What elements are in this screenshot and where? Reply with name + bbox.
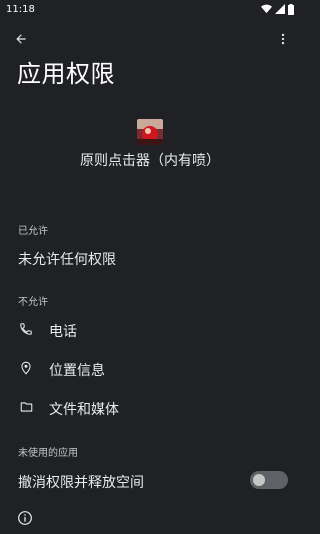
section-header-denied: 不允许	[18, 297, 48, 308]
status-time: 11:18	[6, 3, 35, 15]
battery-icon	[288, 3, 294, 15]
back-button[interactable]	[10, 28, 32, 50]
arrow-back-icon	[16, 34, 26, 44]
section-header-allowed: 已允许	[18, 226, 48, 237]
app-name: 原则点击器（内有喷）	[80, 153, 220, 169]
permission-label-location: 位置信息	[49, 363, 105, 379]
no-permissions-allowed-text: 未允许任何权限	[18, 252, 116, 268]
toolbar	[0, 24, 300, 52]
wifi-icon	[261, 4, 272, 14]
signal-icon	[275, 4, 285, 14]
more-options-button[interactable]	[272, 28, 294, 50]
app-icon	[137, 119, 163, 145]
permission-item-location[interactable]: 位置信息	[0, 350, 300, 388]
status-bar: 11:18	[0, 0, 300, 18]
more-vert-icon	[281, 33, 285, 45]
folder-icon	[17, 398, 35, 416]
toggle-knob	[253, 474, 265, 486]
permission-item-files-media[interactable]: 文件和媒体	[0, 389, 300, 427]
status-icons	[261, 3, 294, 15]
section-header-unused: 未使用的应用	[18, 448, 78, 459]
info-icon[interactable]	[17, 510, 33, 526]
location-pin-icon	[17, 359, 35, 377]
page-title: 应用权限	[17, 60, 115, 88]
permission-item-phone[interactable]: 电话	[0, 311, 300, 349]
revoke-permissions-toggle[interactable]	[250, 471, 288, 489]
phone-icon	[17, 320, 35, 338]
permission-label-phone: 电话	[49, 324, 77, 340]
permission-label-files-media: 文件和媒体	[49, 402, 119, 418]
revoke-permissions-label: 撤消权限并释放空间	[18, 475, 144, 491]
